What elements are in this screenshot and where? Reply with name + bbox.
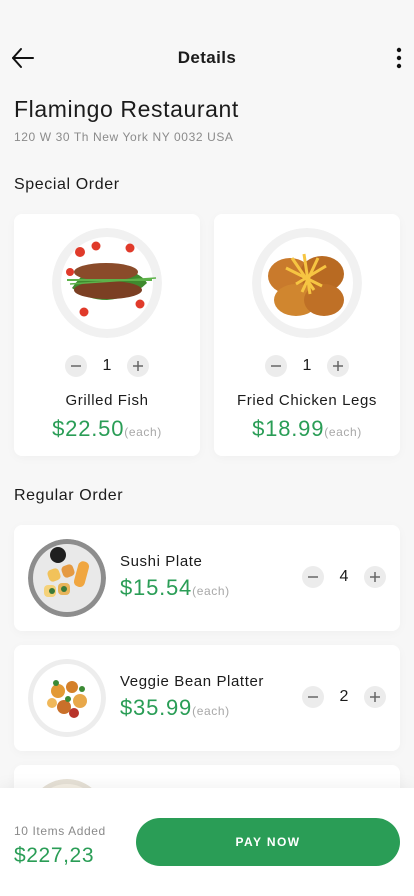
- regular-order-heading: Regular Order: [14, 487, 124, 504]
- restaurant-name: Flamingo Restaurant: [14, 96, 239, 122]
- decrease-button[interactable]: [265, 355, 287, 377]
- quantity-value: 2: [339, 688, 349, 705]
- sushi-plate-image: [28, 539, 106, 617]
- price-row: $35.99(each): [120, 695, 230, 721]
- fried-chicken-image: [252, 228, 362, 338]
- quantity-stepper: 2: [302, 685, 386, 709]
- quantity-stepper: 1: [65, 354, 149, 378]
- pay-now-button[interactable]: PAY NOW: [136, 818, 400, 866]
- quantity-stepper: 1: [265, 354, 349, 378]
- decrease-button[interactable]: [302, 566, 324, 588]
- minus-icon: [71, 365, 81, 367]
- dish-price: $18.99: [252, 416, 325, 441]
- price-row: $18.99(each): [214, 416, 400, 442]
- price-unit: (each): [124, 425, 162, 439]
- dish-price: $35.99: [120, 695, 193, 720]
- more-options-button[interactable]: [392, 45, 406, 71]
- quantity-value: 1: [302, 357, 312, 374]
- restaurant-address: 120 W 30 Th New York NY 0032 USA: [14, 130, 234, 144]
- dish-price: $15.54: [120, 575, 193, 600]
- price-unit: (each): [192, 584, 230, 598]
- total-price: $227,23: [14, 844, 95, 867]
- increase-button[interactable]: [364, 686, 386, 708]
- decrease-button[interactable]: [65, 355, 87, 377]
- decrease-button[interactable]: [302, 686, 324, 708]
- increase-button[interactable]: [364, 566, 386, 588]
- quantity-stepper: 4: [302, 565, 386, 589]
- price-row: $15.54(each): [120, 575, 230, 601]
- regular-item-card[interactable]: Veggie Bean Platter $35.99(each) 2: [14, 645, 400, 751]
- more-vertical-icon: [396, 47, 402, 69]
- items-added-count: 10 Items Added: [14, 824, 106, 838]
- grilled-fish-image: [52, 228, 162, 338]
- page-title: Details: [177, 48, 237, 67]
- quantity-value: 1: [102, 357, 112, 374]
- quantity-value: 4: [339, 568, 349, 585]
- veggie-bean-platter-image: [28, 659, 106, 737]
- minus-icon: [308, 576, 318, 578]
- dish-name: Fried Chicken Legs: [236, 392, 378, 409]
- dish-name: Grilled Fish: [65, 392, 149, 409]
- increase-button[interactable]: [127, 355, 149, 377]
- price-unit: (each): [192, 704, 230, 718]
- minus-icon: [271, 365, 281, 367]
- minus-icon: [308, 696, 318, 698]
- plus-icon: [370, 692, 380, 702]
- special-item-card[interactable]: 1 Grilled Fish $22.50(each): [14, 214, 200, 456]
- special-order-heading: Special Order: [14, 176, 120, 193]
- plus-icon: [333, 361, 343, 371]
- top-bar: Details: [0, 0, 414, 100]
- plus-icon: [370, 572, 380, 582]
- dish-price: $22.50: [52, 416, 125, 441]
- regular-item-card[interactable]: Sushi Plate $15.54(each) 4: [14, 525, 400, 631]
- checkout-bar: 10 Items Added $227,23 PAY NOW: [0, 788, 414, 896]
- plus-icon: [133, 361, 143, 371]
- price-unit: (each): [324, 425, 362, 439]
- increase-button[interactable]: [327, 355, 349, 377]
- dish-name: Sushi Plate: [120, 553, 203, 570]
- price-row: $22.50(each): [14, 416, 200, 442]
- special-item-card[interactable]: 1 Fried Chicken Legs $18.99(each): [214, 214, 400, 456]
- dish-name: Veggie Bean Platter: [120, 673, 264, 690]
